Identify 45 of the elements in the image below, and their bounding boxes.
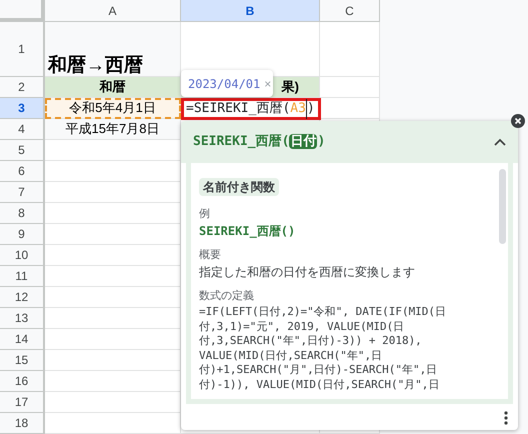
formula-line: VALUE(MID(日付,SEARCH("年",日 [199, 348, 384, 363]
row-header[interactable]: 6 [0, 161, 45, 182]
close-icon[interactable] [511, 114, 525, 128]
row-header[interactable]: 18 [0, 413, 45, 434]
row-header[interactable]: 4 [0, 119, 45, 140]
section-heading: 数式の定義 [199, 289, 255, 303]
named-function-badge: 名前付き関数 [199, 178, 279, 196]
row-header[interactable]: 8 [0, 203, 45, 224]
column-header[interactable]: A [45, 0, 181, 22]
row-header[interactable]: 12 [0, 287, 45, 308]
row-header[interactable]: 17 [0, 392, 45, 413]
table-cell: 令和5年4月1日 [45, 98, 181, 119]
section-heading: 概要 [199, 248, 222, 262]
column-header[interactable]: C [320, 0, 380, 22]
row-header[interactable]: 14 [0, 329, 45, 350]
select-all-corner[interactable] [0, 0, 45, 22]
formula-line: 付,3,SEARCH("年",日付)-3)) + 2018), [199, 334, 423, 348]
formula-line: 付)-1)), VALUE(MID(日付,SEARCH("月",日 [199, 378, 440, 392]
function-signature: SEIREKI_西暦(日付) [193, 133, 326, 152]
column-header[interactable]: B [181, 0, 320, 22]
section-heading: 例 [199, 207, 211, 221]
row-header[interactable]: 9 [0, 224, 45, 245]
more-options-icon[interactable] [504, 410, 508, 424]
description-text: 指定した和暦の日付を西暦に変換します [199, 264, 416, 280]
formula-line: 付)+1,SEARCH("月",日付)-SEARCH("年",日 [199, 363, 438, 378]
row-header[interactable]: 7 [0, 182, 45, 203]
row-header[interactable]: 5 [0, 140, 45, 161]
formula-line: 付,3,1)="元", 2019, VALUE(MID(日 [199, 320, 406, 334]
formula-input[interactable]: =SEIREKI_西暦(A3) [181, 98, 321, 120]
row-header[interactable]: 16 [0, 371, 45, 392]
preview-value: 2023/04/01 [188, 76, 260, 92]
row-header[interactable]: 11 [0, 266, 45, 287]
row-header[interactable]: 15 [0, 350, 45, 371]
row-header[interactable]: 1 [0, 22, 45, 77]
row-header[interactable]: 13 [0, 308, 45, 329]
help-header[interactable]: SEIREKI_西暦(日付) [181, 121, 518, 163]
scrollbar-thumb[interactable] [499, 169, 506, 244]
example-code: SEIREKI_西暦() [199, 223, 296, 239]
formula-line: =IF(LEFT(日付,2)="令和", DATE(IF(MID(日 [199, 305, 448, 320]
header-cell: 和暦 [45, 77, 181, 98]
row-header[interactable]: 3 [0, 98, 45, 119]
row-header[interactable]: 10 [0, 245, 45, 266]
row-header[interactable]: 2 [0, 77, 45, 98]
sheet-title: 和暦→西暦 [48, 56, 143, 75]
chevron-icon[interactable] [494, 138, 506, 146]
